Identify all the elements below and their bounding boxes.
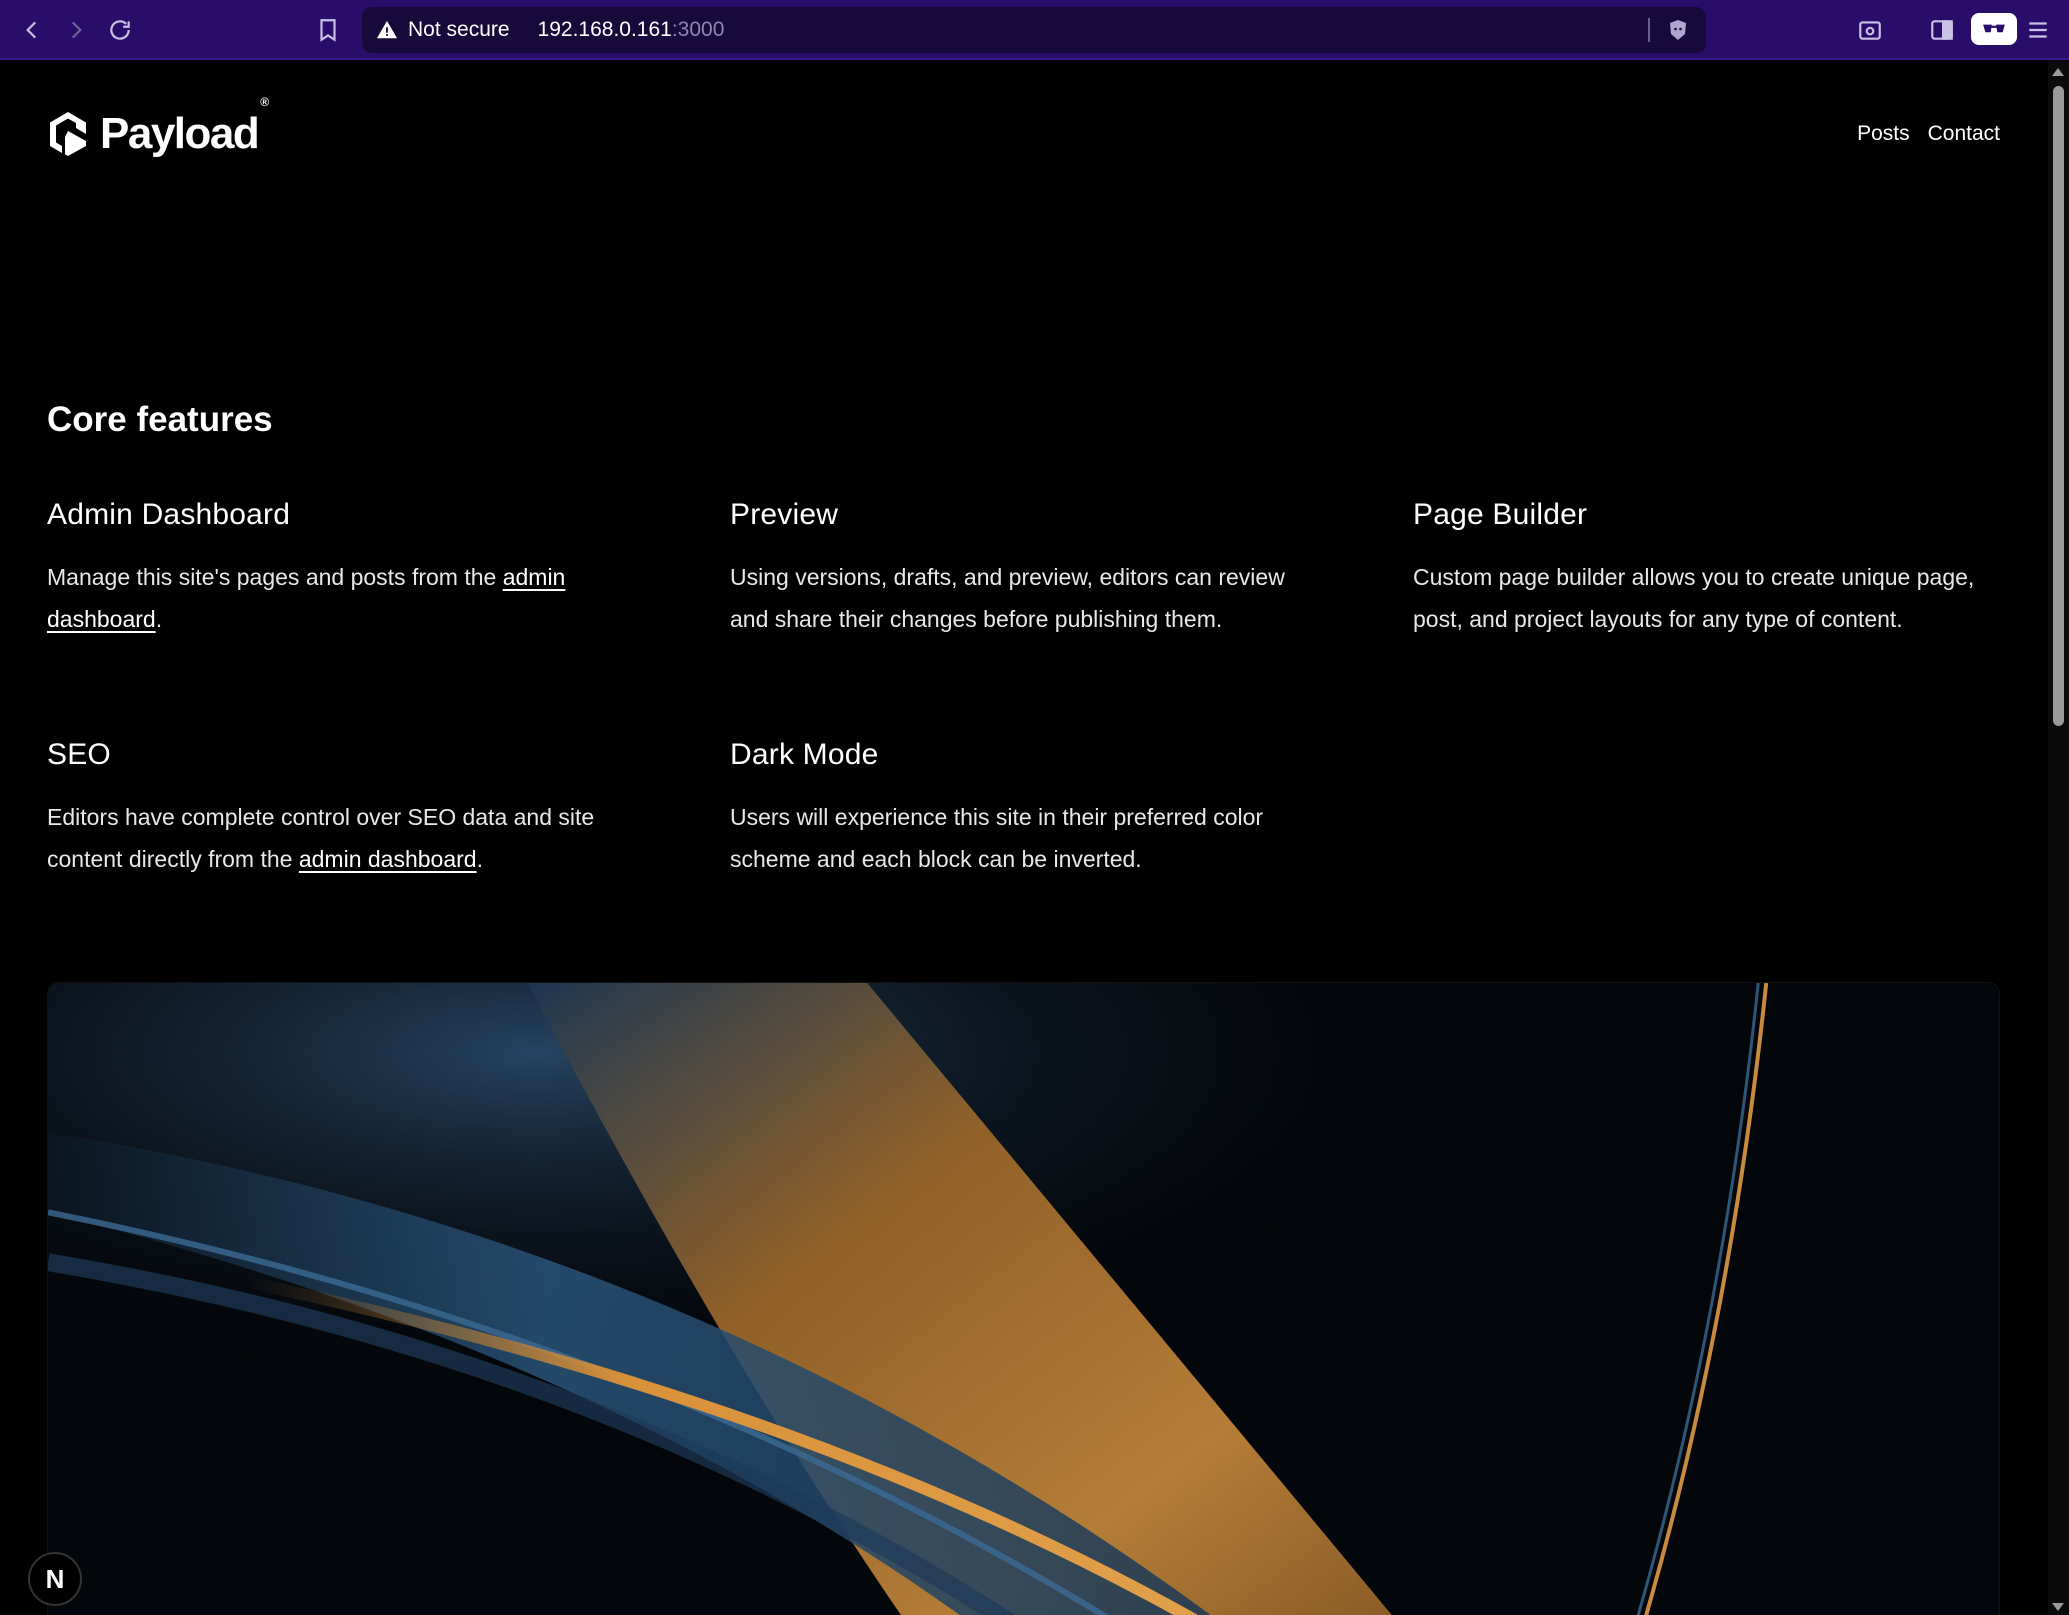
feature-dark-mode: Dark Mode Users will experience this sit… (730, 738, 1310, 880)
feature-title: Admin Dashboard (47, 498, 291, 531)
menu-button[interactable] (2022, 14, 2054, 46)
feature-title: Dark Mode (730, 738, 879, 771)
tab-search-icon (1859, 21, 1881, 40)
browser-toolbar: Not secure 192.168.0.161:3000 (0, 0, 2069, 60)
url-port: :3000 (671, 18, 725, 41)
sidebar-toggle-button[interactable] (1926, 14, 1958, 46)
sidebar-icon (1931, 20, 1953, 40)
chevron-left-icon (26, 21, 37, 39)
url-host: 192.168.0.161 (537, 18, 672, 41)
feature-description: Manage this site's pages and posts from … (47, 556, 627, 640)
logo-text: Payload (100, 109, 260, 158)
chevron-right-icon (71, 21, 82, 39)
feature-page-builder: Page Builder Custom page builder allows … (1413, 498, 1983, 640)
feature-description: Users will experience this site in their… (730, 804, 1264, 872)
scroll-down-arrow[interactable] (2052, 1603, 2064, 1611)
reload-icon (110, 20, 130, 40)
feature-preview: Preview Using versions, drafts, and prev… (730, 498, 1310, 640)
forward-button[interactable] (58, 12, 94, 48)
address-divider (1648, 18, 1650, 42)
feature-description: Custom page builder allows you to create… (1413, 564, 1975, 632)
nav-link-contact[interactable]: Contact (1928, 122, 2000, 146)
feature-text-end: . (155, 606, 163, 632)
bookmark-icon (320, 19, 336, 42)
page-viewport: Payload® Posts Contact Core features Adm… (0, 60, 2048, 1615)
logo-registered-mark: ® (260, 95, 269, 109)
top-navigation: Posts Contact (1857, 122, 2000, 146)
abstract-gradient-artwork (48, 983, 1999, 1615)
hamburger-icon (2029, 22, 2047, 38)
nextjs-dev-badge[interactable]: N (28, 1552, 82, 1606)
feature-seo: SEO Editors have complete control over S… (47, 738, 627, 880)
scroll-up-arrow[interactable] (2052, 68, 2064, 76)
bookmark-button[interactable] (310, 12, 346, 48)
scrollbar-thumb[interactable] (2053, 86, 2064, 726)
payload-logo-icon (50, 112, 86, 156)
feature-description: Using versions, drafts, and preview, edi… (730, 564, 1285, 632)
site-logo[interactable]: Payload® (46, 95, 269, 160)
feature-text-end: . (476, 846, 483, 872)
address-bar[interactable]: Not secure 192.168.0.161:3000 (362, 7, 1706, 53)
admin-dashboard-link[interactable]: admin dashboard (299, 846, 477, 872)
tab-search-button[interactable] (1854, 14, 1886, 46)
warning-icon (376, 20, 398, 39)
feature-title: Page Builder (1413, 498, 1588, 531)
hero-image (47, 982, 2000, 1615)
feature-admin-dashboard: Admin Dashboard Manage this site's pages… (47, 498, 627, 640)
feature-title: SEO (47, 738, 111, 771)
logo-wordmark: Payload® (100, 95, 269, 159)
wallet-button[interactable] (1971, 13, 2017, 45)
reload-button[interactable] (102, 12, 138, 48)
glasses-icon (1983, 24, 2005, 33)
security-label[interactable]: Not secure (408, 18, 510, 42)
back-button[interactable] (14, 12, 50, 48)
feature-text: Manage this site's pages and posts from … (47, 564, 503, 590)
feature-description: Editors have complete control over SEO d… (47, 796, 627, 880)
brave-shield-icon[interactable] (1666, 18, 1690, 42)
feature-title: Preview (730, 498, 839, 531)
nav-link-posts[interactable]: Posts (1857, 122, 1910, 146)
section-title: Core features (47, 400, 273, 439)
page-scrollbar[interactable] (2048, 60, 2069, 1615)
